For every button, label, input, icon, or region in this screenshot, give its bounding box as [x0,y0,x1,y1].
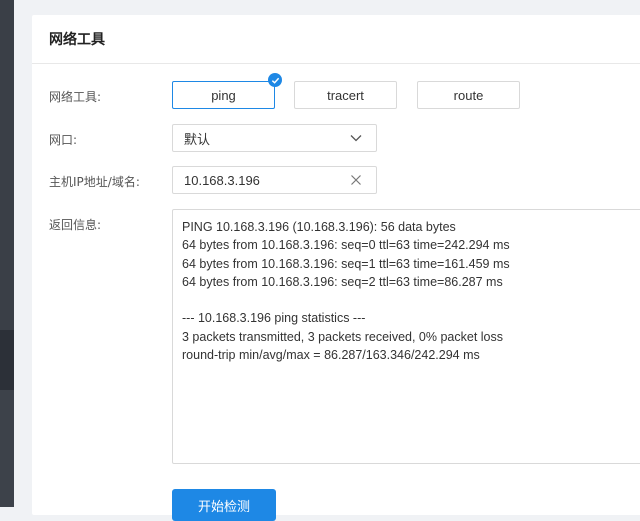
network-tool-panel: 网络工具 网络工具: ping tracert route 网口: 默认 主机I… [32,15,640,521]
result-output[interactable]: PING 10.168.3.196 (10.168.3.196): 56 dat… [172,209,640,464]
result-line: 3 packets transmitted, 3 packets receive… [182,329,503,344]
result-line [182,291,640,309]
tool-ping-button[interactable]: ping [172,81,275,109]
host-input[interactable]: 10.168.3.196 [172,166,377,194]
port-select-value: 默认 [184,131,211,147]
result-line: 64 bytes from 10.168.3.196: seq=0 ttl=63… [182,238,510,253]
result-line: 64 bytes from 10.168.3.196: seq=2 ttl=63… [182,274,503,289]
result-line: --- 10.168.3.196 ping statistics --- [182,311,366,326]
panel-title: 网络工具 [32,15,640,64]
port-label: 网口: [49,133,78,147]
host-input-value: 10.168.3.196 [184,172,260,188]
chevron-down-icon [350,135,362,142]
result-label: 返回信息: [49,218,102,232]
start-test-button[interactable]: 开始检测 [172,489,276,521]
background-gap [14,0,32,507]
clear-icon[interactable] [350,174,362,186]
result-line: 64 bytes from 10.168.3.196: seq=1 ttl=63… [182,256,510,271]
tool-route-button[interactable]: route [417,81,520,109]
selected-check-icon [268,73,282,87]
tool-label: 网络工具: [49,90,102,104]
result-line: PING 10.168.3.196 (10.168.3.196): 56 dat… [182,220,456,234]
port-select[interactable]: 默认 [172,124,377,152]
host-label: 主机IP地址/域名: [49,175,140,189]
tool-tracert-button[interactable]: tracert [294,81,397,109]
result-line: round-trip min/avg/max = 86.287/163.346/… [182,348,480,363]
sidebar-edge [0,0,14,507]
